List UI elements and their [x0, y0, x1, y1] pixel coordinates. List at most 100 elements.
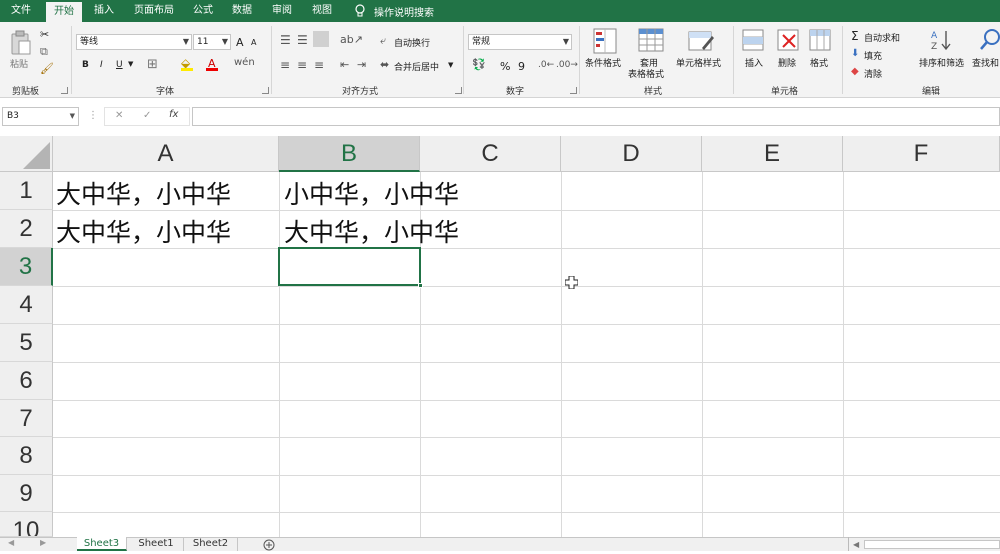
tab-review[interactable]: 审阅: [272, 0, 292, 22]
cell-b1[interactable]: 小中华，小中华: [284, 175, 459, 211]
sort-filter-button[interactable]: 排序和筛选: [919, 56, 964, 69]
cell-styles-icon[interactable]: [688, 28, 714, 57]
sheet-tab-sheet2[interactable]: Sheet2: [184, 537, 238, 551]
name-box[interactable]: B3 ▼: [2, 107, 79, 126]
tab-insert[interactable]: 插入: [94, 0, 114, 22]
clear-button[interactable]: 清除: [864, 67, 882, 80]
scroll-left-icon[interactable]: ◀: [853, 540, 859, 549]
row-header-8[interactable]: 8: [0, 437, 53, 475]
tab-view[interactable]: 视图: [312, 0, 332, 22]
fill-handle[interactable]: [418, 283, 423, 288]
align-center-icon[interactable]: ≡: [297, 58, 307, 72]
add-sheet-icon[interactable]: [263, 539, 275, 554]
select-all-corner[interactable]: [0, 136, 53, 172]
chevron-down-icon[interactable]: ▼: [128, 60, 133, 68]
column-header-d[interactable]: D: [561, 136, 702, 172]
row-header-10[interactable]: 10: [0, 512, 53, 537]
conditional-formatting-icon[interactable]: [593, 28, 617, 57]
format-cells-button[interactable]: 格式: [810, 56, 828, 69]
sheet-tab-sheet1[interactable]: Sheet1: [129, 537, 184, 551]
align-top-icon[interactable]: ☰: [280, 33, 291, 47]
active-cell-b3[interactable]: [278, 247, 421, 286]
decrease-indent-icon[interactable]: ⇤: [340, 58, 349, 71]
bold-button[interactable]: B: [82, 60, 89, 70]
tab-file[interactable]: 文件: [11, 0, 31, 22]
cancel-icon[interactable]: ✕: [115, 110, 123, 121]
next-sheet-icon[interactable]: ▶: [40, 538, 46, 547]
number-launcher[interactable]: [570, 87, 577, 94]
alignment-launcher[interactable]: [455, 87, 462, 94]
align-right-icon[interactable]: ≡: [314, 58, 324, 72]
cell-a1[interactable]: 大中华，小中华: [56, 175, 231, 211]
prev-sheet-icon[interactable]: ◀: [8, 538, 14, 547]
align-left-icon[interactable]: ≡: [280, 58, 290, 72]
tab-page-layout[interactable]: 页面布局: [134, 0, 174, 22]
font-size-select[interactable]: 11 ▼: [193, 34, 231, 50]
more-options-icon[interactable]: ⋮: [88, 110, 98, 121]
row-header-1[interactable]: 1: [0, 172, 53, 210]
cut-icon[interactable]: ✂: [40, 28, 49, 41]
phonetic-icon[interactable]: wén: [234, 57, 255, 68]
column-header-a[interactable]: A: [53, 136, 279, 172]
fill-button[interactable]: 填充: [864, 49, 882, 62]
row-header-3[interactable]: 3: [0, 248, 53, 286]
cell-a2[interactable]: 大中华，小中华: [56, 213, 231, 249]
horizontal-scrollbar[interactable]: [864, 540, 1000, 549]
format-painter-icon[interactable]: 🖌: [40, 62, 54, 75]
delete-cells-button[interactable]: 删除: [778, 56, 796, 69]
find-select-icon[interactable]: [980, 28, 1000, 55]
column-header-c[interactable]: C: [420, 136, 561, 172]
column-header-b[interactable]: B: [279, 136, 420, 172]
tab-formulas[interactable]: 公式: [193, 0, 213, 22]
chevron-down-icon[interactable]: ▼: [448, 61, 453, 69]
font-name-select[interactable]: 等线 ▼: [76, 34, 192, 50]
decrease-font-button[interactable]: A: [251, 38, 256, 47]
increase-font-button[interactable]: A: [236, 36, 244, 49]
comma-style-button[interactable]: 9: [518, 60, 525, 73]
font-launcher[interactable]: [262, 87, 269, 94]
find-select-button[interactable]: 查找和: [972, 56, 999, 69]
increase-decimal-icon[interactable]: .0←: [538, 60, 554, 70]
format-cells-icon[interactable]: [808, 28, 832, 55]
delete-cells-icon[interactable]: [776, 28, 800, 55]
row-header-7[interactable]: 7: [0, 400, 53, 437]
align-middle-icon[interactable]: ☰: [297, 33, 308, 47]
cell-styles-button[interactable]: 单元格样式: [676, 56, 721, 69]
merge-center-button[interactable]: 合并后居中: [394, 60, 439, 73]
percent-style-button[interactable]: %: [500, 60, 510, 73]
chevron-down-icon[interactable]: ▼: [70, 108, 75, 125]
row-header-2[interactable]: 2: [0, 210, 53, 248]
row-header-6[interactable]: 6: [0, 362, 53, 400]
clipboard-launcher[interactable]: [61, 87, 68, 94]
insert-cells-icon[interactable]: [741, 28, 765, 55]
conditional-formatting-button[interactable]: 条件格式: [585, 56, 621, 69]
wrap-text-button[interactable]: 自动换行: [394, 36, 430, 49]
paste-icon[interactable]: [10, 30, 32, 59]
row-header-4[interactable]: 4: [0, 286, 53, 324]
borders-icon[interactable]: ⊞: [147, 57, 158, 72]
copy-icon[interactable]: ⧉: [40, 45, 48, 59]
formula-input[interactable]: [192, 107, 1000, 126]
underline-button[interactable]: U: [116, 60, 123, 70]
insert-cells-button[interactable]: 插入: [745, 56, 763, 69]
enter-icon[interactable]: ✓: [143, 110, 151, 121]
format-as-table-line2[interactable]: 表格格式: [628, 67, 664, 80]
sheet-tab-sheet3[interactable]: Sheet3: [77, 537, 127, 551]
increase-indent-icon[interactable]: ⇥: [357, 58, 366, 71]
tab-data[interactable]: 数据: [232, 0, 252, 22]
sort-filter-icon[interactable]: AZ: [930, 28, 954, 55]
format-as-table-icon[interactable]: [638, 28, 664, 57]
cell-b2[interactable]: 大中华，小中华: [284, 213, 459, 249]
accounting-format-icon[interactable]: 💱: [472, 58, 486, 71]
number-format-select[interactable]: 常规 ▼: [468, 34, 572, 50]
tab-home[interactable]: 开始: [46, 2, 82, 22]
orientation-icon[interactable]: ab↗: [340, 33, 363, 46]
row-header-5[interactable]: 5: [0, 324, 53, 362]
column-header-f[interactable]: F: [843, 136, 1000, 172]
align-bottom-icon[interactable]: [313, 31, 329, 47]
italic-button[interactable]: I: [100, 60, 103, 70]
row-header-9[interactable]: 9: [0, 475, 53, 512]
autosum-button[interactable]: 自动求和: [864, 31, 900, 44]
decrease-decimal-icon[interactable]: .00→: [556, 60, 578, 70]
column-header-e[interactable]: E: [702, 136, 843, 172]
